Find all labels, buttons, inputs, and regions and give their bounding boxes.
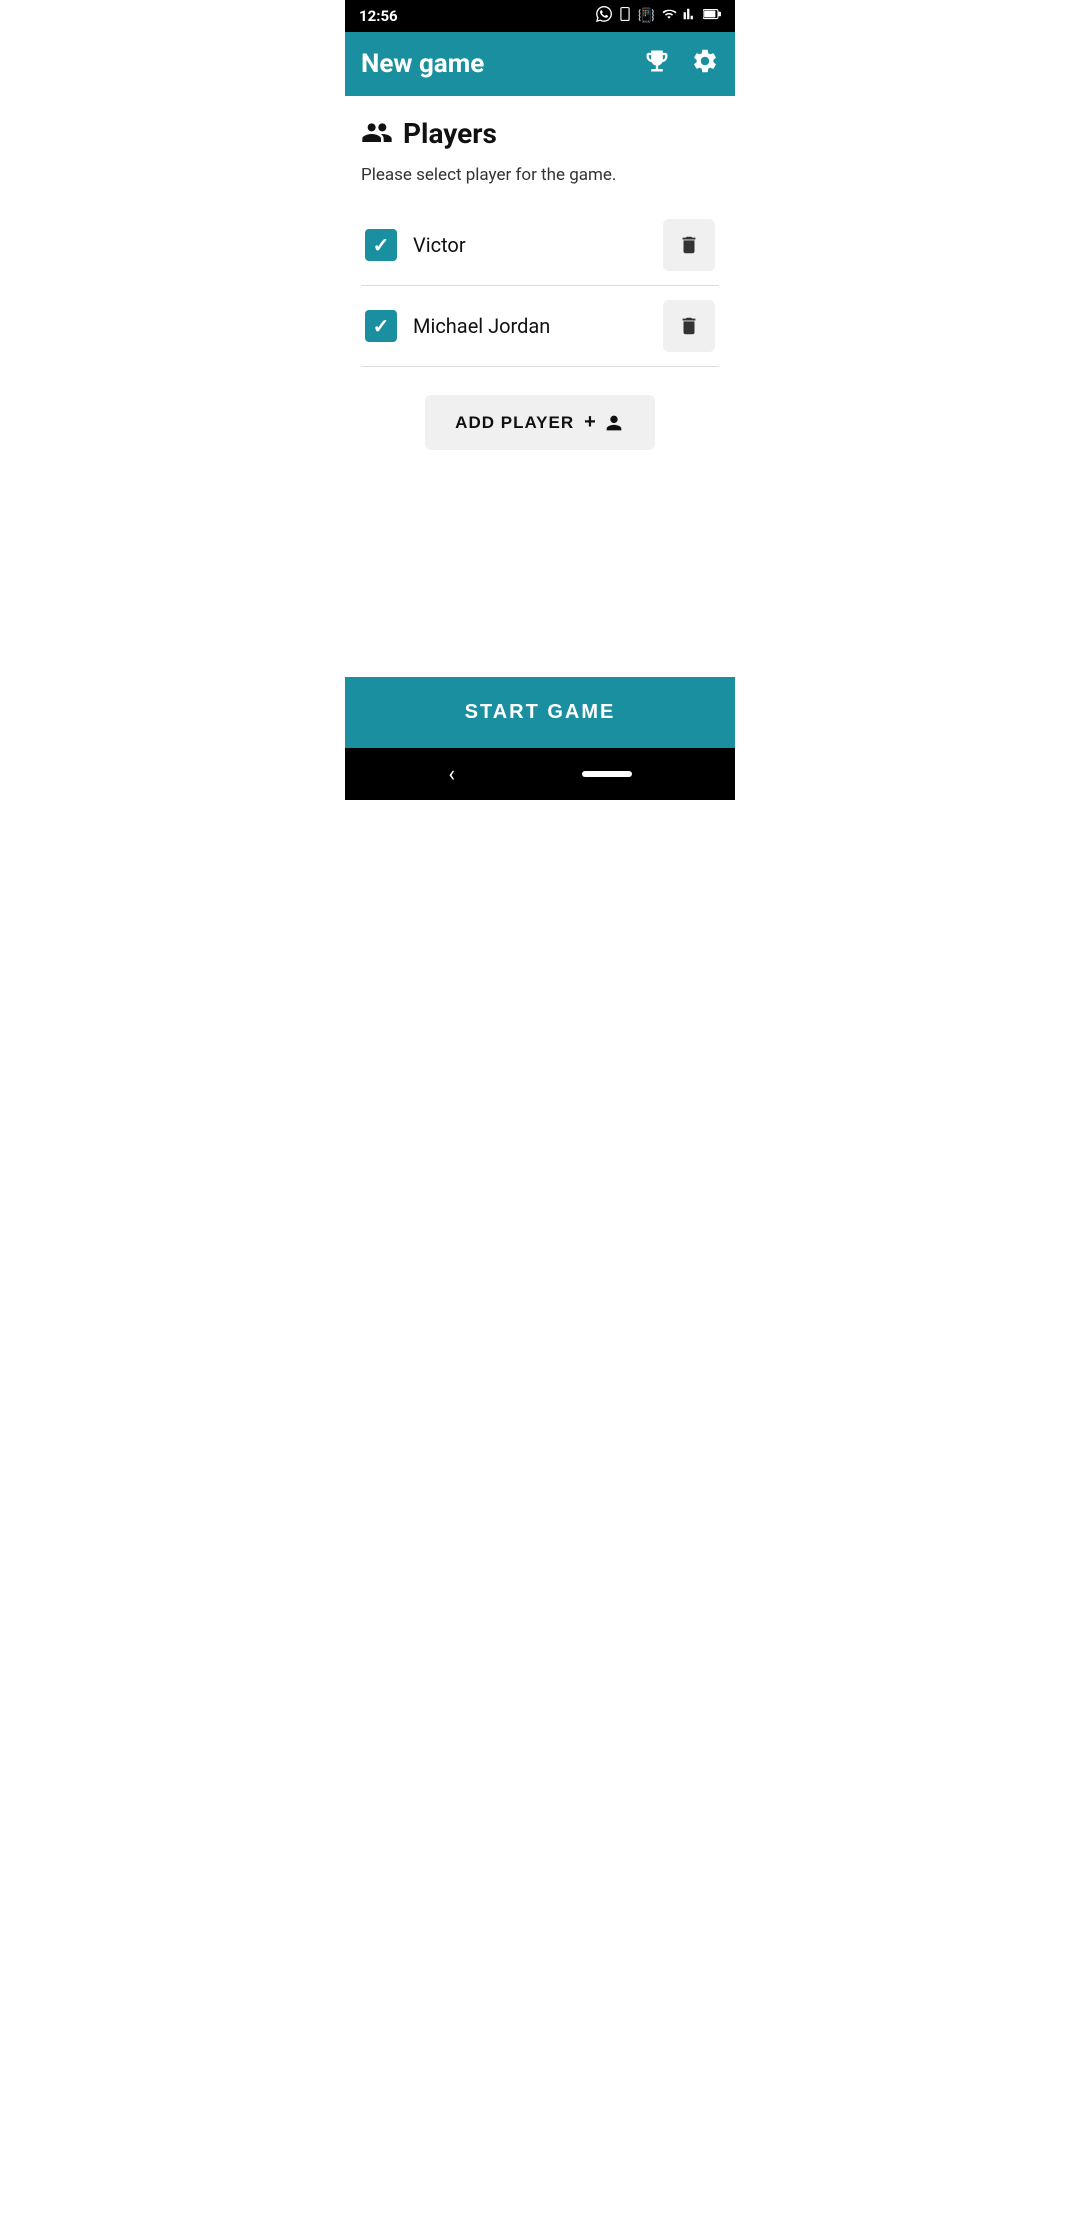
check-icon: ✓ xyxy=(373,233,390,257)
player-list: ✓ Victor ✓ Michael Jordan xyxy=(361,205,719,367)
app-bar-title: New game xyxy=(361,49,484,79)
player-item: ✓ Michael Jordan xyxy=(361,286,719,367)
wifi-icon xyxy=(661,7,677,25)
player-item: ✓ Victor xyxy=(361,205,719,286)
nav-bar: ‹ xyxy=(345,748,735,800)
check-icon: ✓ xyxy=(373,314,390,338)
status-bar: 12:56 📳 xyxy=(345,0,735,32)
gear-icon[interactable] xyxy=(691,47,719,81)
start-game-button[interactable]: START GAME xyxy=(345,677,735,748)
add-person-icon: + xyxy=(584,411,625,434)
home-indicator[interactable] xyxy=(582,771,632,777)
add-player-label: ADD PLAYER xyxy=(455,413,574,433)
section-header: Players xyxy=(361,116,719,151)
content-spacer xyxy=(345,564,735,678)
add-player-container: ADD PLAYER + xyxy=(361,395,719,450)
add-player-button[interactable]: ADD PLAYER + xyxy=(425,395,655,450)
back-button[interactable]: ‹ xyxy=(448,762,455,787)
player-checkbox-victor[interactable]: ✓ xyxy=(365,229,397,261)
whatsapp-icon xyxy=(596,6,612,26)
section-description: Please select player for the game. xyxy=(361,165,719,185)
phone-icon xyxy=(618,6,632,26)
players-icon xyxy=(361,116,393,151)
status-icons: 📳 xyxy=(596,6,721,26)
main-content: Players Please select player for the gam… xyxy=(345,96,735,564)
trophy-icon[interactable] xyxy=(643,47,671,81)
vibrate-icon: 📳 xyxy=(638,8,655,24)
player-left: ✓ Michael Jordan xyxy=(365,310,550,342)
delete-player-michael[interactable] xyxy=(663,300,715,352)
delete-player-victor[interactable] xyxy=(663,219,715,271)
app-bar: New game xyxy=(345,32,735,96)
status-time: 12:56 xyxy=(359,7,398,25)
player-name-michael: Michael Jordan xyxy=(413,314,550,338)
battery-icon xyxy=(703,8,721,24)
signal-icon xyxy=(683,7,697,25)
player-name-victor: Victor xyxy=(413,233,466,257)
player-checkbox-michael[interactable]: ✓ xyxy=(365,310,397,342)
player-left: ✓ Victor xyxy=(365,229,466,261)
app-bar-actions xyxy=(643,47,719,81)
section-title: Players xyxy=(403,117,497,150)
